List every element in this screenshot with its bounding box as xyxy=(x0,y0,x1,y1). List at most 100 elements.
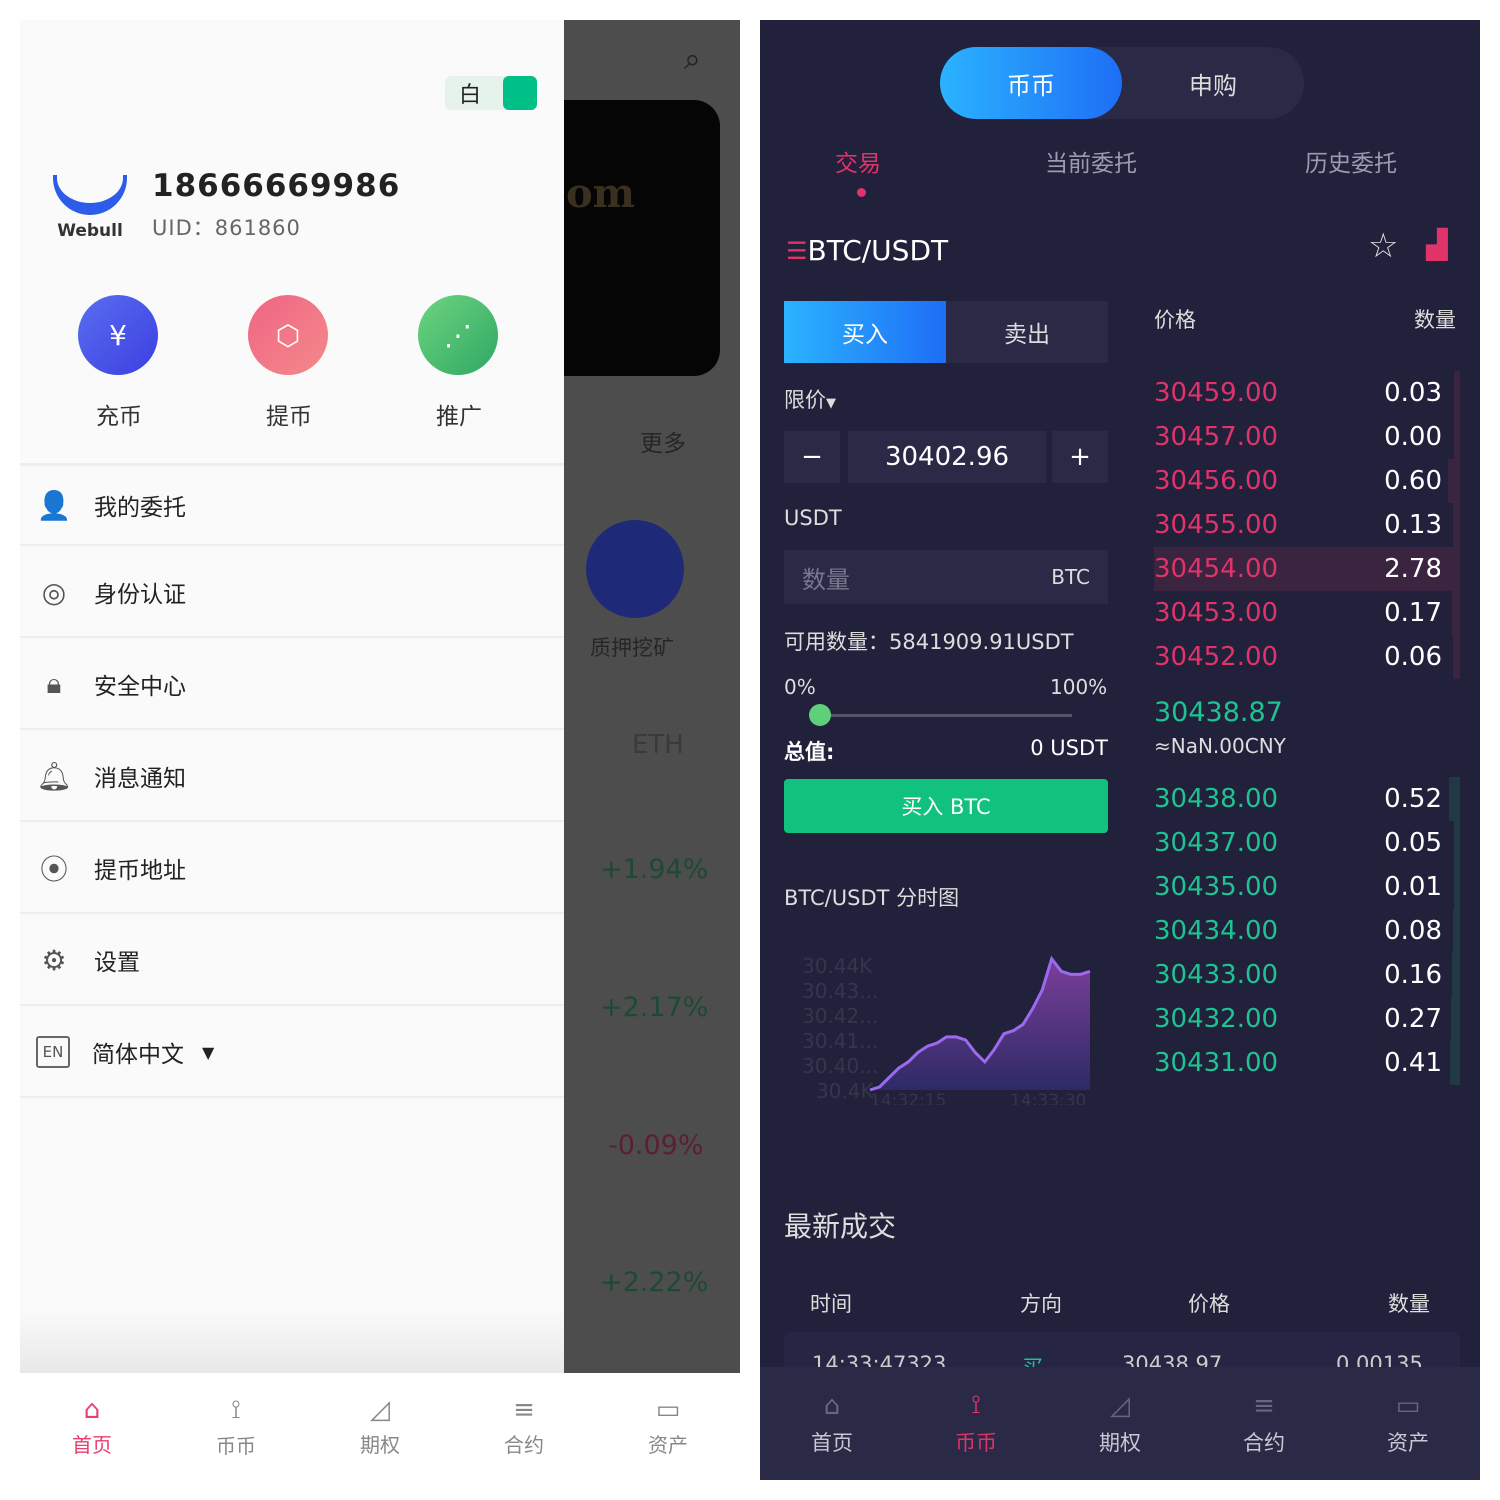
bottom-nav: ⌂ 首页 ⟟ 币币 ◿ 期权 ≡ 合约 ▭ 资产 xyxy=(760,1367,1480,1480)
order-amount: 2.78 xyxy=(1384,554,1442,584)
price-input[interactable]: 30402.96 xyxy=(848,431,1046,483)
amount-input[interactable]: 数量 BTC xyxy=(784,550,1108,604)
en-icon: EN xyxy=(36,1036,70,1068)
sell-tab[interactable]: 卖出 xyxy=(946,301,1108,363)
change-1: +1.94% xyxy=(600,854,709,885)
bid-row[interactable]: 30437.00 0.05 xyxy=(1154,821,1460,865)
bid-row[interactable]: 30433.00 0.16 xyxy=(1154,953,1460,997)
ask-row[interactable]: 30459.00 0.03 xyxy=(1154,371,1460,415)
tab-subscribe[interactable]: 申购 xyxy=(1122,47,1304,119)
favorite-star-icon[interactable]: ☆ xyxy=(1368,226,1398,266)
nav-options[interactable]: ◿ 期权 xyxy=(1048,1367,1192,1480)
price-plus-button[interactable]: + xyxy=(1052,431,1108,483)
slider-max-label: 100% xyxy=(1050,675,1108,699)
lock-icon: 🔒︎ xyxy=(46,667,62,700)
order-type-select[interactable]: 限价▼ xyxy=(784,384,836,414)
depth-bar xyxy=(1451,997,1460,1041)
buy-btc-button[interactable]: 买入 BTC xyxy=(784,779,1108,833)
price-minus-button[interactable]: − xyxy=(784,431,840,483)
nav-assets[interactable]: ▭ 资产 xyxy=(596,1373,740,1480)
depth-bar xyxy=(1449,1041,1460,1085)
ask-row[interactable]: 30452.00 0.06 xyxy=(1154,635,1460,679)
nav-coin[interactable]: ⟟ 币币 xyxy=(164,1373,308,1480)
change-4: +2.22% xyxy=(600,1267,709,1298)
nav-assets[interactable]: ▭ 资产 xyxy=(1336,1367,1480,1480)
order-price: 30456.00 xyxy=(1154,466,1279,496)
location-icon: ⦿ xyxy=(39,853,68,886)
trades-title: 最新成交 xyxy=(784,1210,897,1243)
yuan-exchange-icon: ¥ xyxy=(78,295,158,375)
cube-icon: ⬡ xyxy=(248,295,328,375)
menu-label: 我的委托 xyxy=(94,495,186,521)
contract-icon: ≡ xyxy=(513,1395,535,1425)
menu-security[interactable]: 🔒︎ 安全中心 xyxy=(20,640,564,730)
ask-row[interactable]: 30454.00 2.78 xyxy=(1154,547,1460,591)
options-icon: ◿ xyxy=(370,1395,390,1425)
tab-spot[interactable]: 币币 xyxy=(940,47,1122,119)
percent-slider-track[interactable] xyxy=(818,714,1072,717)
order-price: 30431.00 xyxy=(1154,1048,1279,1078)
wallet-icon: ▭ xyxy=(1395,1390,1421,1421)
deposit-button[interactable]: ¥ 充币 xyxy=(78,295,160,431)
order-price: 30453.00 xyxy=(1154,598,1279,628)
contract-icon: ≡ xyxy=(1253,1390,1275,1421)
subtab-trade[interactable]: 交易 xyxy=(835,144,881,178)
menu-language[interactable]: EN 简体中文 ▼ xyxy=(20,1008,564,1098)
bid-row[interactable]: 30435.00 0.01 xyxy=(1154,865,1460,909)
nav-label: 合约 xyxy=(1243,1430,1285,1455)
chart-title: BTC/USDT 分时图 xyxy=(784,886,960,910)
deposit-label: 充币 xyxy=(96,404,142,430)
bid-row[interactable]: 30431.00 0.41 xyxy=(1154,1041,1460,1085)
menu-label: 简体中文 xyxy=(92,1042,184,1068)
trade-header-direction: 方向 xyxy=(1020,1292,1062,1316)
amount-placeholder: 数量 xyxy=(802,565,850,594)
bid-row[interactable]: 30438.00 0.52 xyxy=(1154,777,1460,821)
gear-icon: ⚙ xyxy=(41,943,67,977)
nav-coin[interactable]: ⟟ 币币 xyxy=(904,1367,1048,1480)
menu-my-orders[interactable]: 👤 我的委托 xyxy=(20,466,564,546)
bid-row[interactable]: 30432.00 0.27 xyxy=(1154,997,1460,1041)
slider-min-label: 0% xyxy=(784,675,816,699)
price-chart: 30.44K30.43...30.42...30.41...30.40...30… xyxy=(802,954,1091,1105)
search-icon[interactable]: ⌕ xyxy=(684,42,701,77)
depth-bar xyxy=(1453,635,1460,679)
menu-notifications[interactable]: 🔔︎ 消息通知 xyxy=(20,732,564,822)
order-price: 30438.00 xyxy=(1154,784,1279,814)
order-price: 30437.00 xyxy=(1154,828,1279,858)
menu-settings[interactable]: ⚙ 设置 xyxy=(20,916,564,1006)
available-balance: 可用数量：5841909.91USDT xyxy=(784,630,1074,654)
subtab-order-history[interactable]: 历史委托 xyxy=(1305,144,1397,178)
withdraw-button[interactable]: ⬡ 提币 xyxy=(248,295,330,431)
theme-toggle[interactable]: 白 xyxy=(445,76,537,110)
nav-home[interactable]: ⌂ 首页 xyxy=(20,1373,164,1480)
buy-tab[interactable]: 买入 xyxy=(784,301,946,363)
nav-home[interactable]: ⌂ 首页 xyxy=(760,1367,904,1480)
subtab-open-orders[interactable]: 当前委托 xyxy=(1045,144,1137,178)
ask-row[interactable]: 30456.00 0.60 xyxy=(1154,459,1460,503)
ask-row[interactable]: 30457.00 0.00 xyxy=(1154,415,1460,459)
ask-row[interactable]: 30453.00 0.17 xyxy=(1154,591,1460,635)
page-overlay[interactable]: ⌕ om 更多 质押挖矿 ETH +1.94% +2.17% -0.09% +2… xyxy=(564,20,740,1373)
nav-contract[interactable]: ≡ 合约 xyxy=(452,1373,596,1480)
order-price: 30435.00 xyxy=(1154,872,1279,902)
menu-identity[interactable]: ◎ 身份认证 xyxy=(20,548,564,638)
nav-options[interactable]: ◿ 期权 xyxy=(308,1373,452,1480)
depth-bar xyxy=(1453,821,1460,865)
left-screen: 白 Webull 18666669986 UID：861860 ¥ 充币 ⬡ 提… xyxy=(20,20,740,1480)
depth-bar xyxy=(1453,371,1460,415)
percent-slider-handle[interactable] xyxy=(809,704,831,726)
change-2: +2.17% xyxy=(600,992,709,1023)
chart-bars-icon[interactable]: ▟ xyxy=(1426,228,1448,261)
x-tick-label: 14:32:15 xyxy=(870,1091,946,1105)
ask-row[interactable]: 30455.00 0.13 xyxy=(1154,503,1460,547)
pair-selector[interactable]: ☰ BTC/USDT xyxy=(786,234,948,267)
menu-label: 身份认证 xyxy=(94,582,186,608)
bid-row[interactable]: 30434.00 0.08 xyxy=(1154,909,1460,953)
nav-contract[interactable]: ≡ 合约 xyxy=(1192,1367,1336,1480)
promote-button[interactable]: ⋰ 推广 xyxy=(418,295,500,431)
logo: Webull xyxy=(50,175,130,241)
depth-bar xyxy=(1452,503,1460,547)
more-link[interactable]: 更多 xyxy=(640,424,686,458)
menu-withdraw-address[interactable]: ⦿ 提币地址 xyxy=(20,824,564,914)
order-price: 30432.00 xyxy=(1154,1004,1279,1034)
